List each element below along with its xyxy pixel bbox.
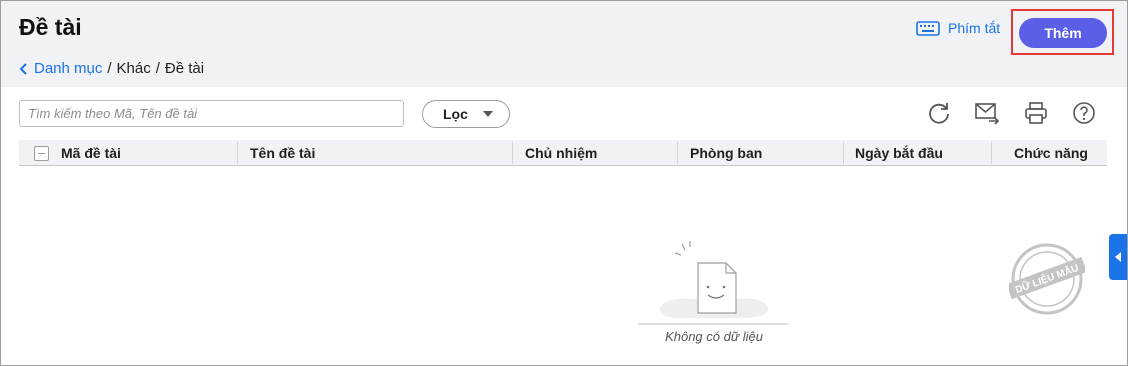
filter-button[interactable]: Lọc [422, 100, 510, 128]
breadcrumb-separator: / [155, 60, 160, 77]
page-header: Đề tài Danh mục / Khác / Đề tài Phím tắt… [1, 1, 1127, 87]
column-header-actions: Chức năng [1014, 145, 1088, 161]
empty-document-icon [638, 241, 788, 325]
column-divider [677, 142, 678, 164]
breadcrumb-current: Đề tài [164, 60, 205, 77]
empty-state-text: Không có dữ liệu [665, 329, 763, 344]
breadcrumb-item[interactable]: Khác [117, 60, 151, 77]
caret-down-icon [483, 111, 493, 117]
refresh-icon[interactable] [926, 100, 952, 126]
breadcrumb-separator: / [107, 60, 112, 77]
sample-data-stamp: DỮ LIỆU MẪU [1009, 243, 1085, 315]
help-icon[interactable] [1071, 100, 1097, 126]
select-all-checkbox[interactable] [34, 146, 49, 161]
shortcut-button[interactable]: Phím tắt [916, 20, 1000, 36]
send-email-icon[interactable] [974, 100, 1000, 126]
chevron-left-icon [19, 62, 27, 75]
table-header: Mã đề tài Tên đề tài Chủ nhiệm Phòng ban… [19, 140, 1107, 166]
breadcrumb: Danh mục / Khác / Đề tài [19, 60, 204, 77]
column-header-start-date[interactable]: Ngày bắt đầu [855, 140, 943, 166]
column-divider [843, 142, 844, 164]
print-icon[interactable] [1023, 100, 1049, 126]
column-divider [991, 142, 992, 164]
app-frame: Đề tài Danh mục / Khác / Đề tài Phím tắt… [0, 0, 1128, 366]
column-header-name[interactable]: Tên đề tài [250, 140, 315, 166]
keyboard-icon [916, 20, 940, 36]
page-title: Đề tài [19, 14, 82, 40]
shortcut-label: Phím tắt [948, 20, 1001, 36]
side-panel-toggle[interactable] [1109, 234, 1127, 280]
add-button-highlight: Thêm [1011, 9, 1114, 55]
column-divider [512, 142, 513, 164]
add-button[interactable]: Thêm [1019, 18, 1107, 48]
breadcrumb-back-link[interactable]: Danh mục [19, 60, 102, 77]
search-input[interactable] [19, 100, 404, 127]
column-header-code[interactable]: Mã đề tài [61, 140, 121, 166]
column-divider [237, 142, 238, 164]
column-header-department[interactable]: Phòng ban [690, 140, 762, 166]
breadcrumb-back-label: Danh mục [34, 60, 103, 77]
column-header-lead[interactable]: Chủ nhiệm [525, 140, 597, 166]
filter-label: Lọc [443, 106, 468, 122]
